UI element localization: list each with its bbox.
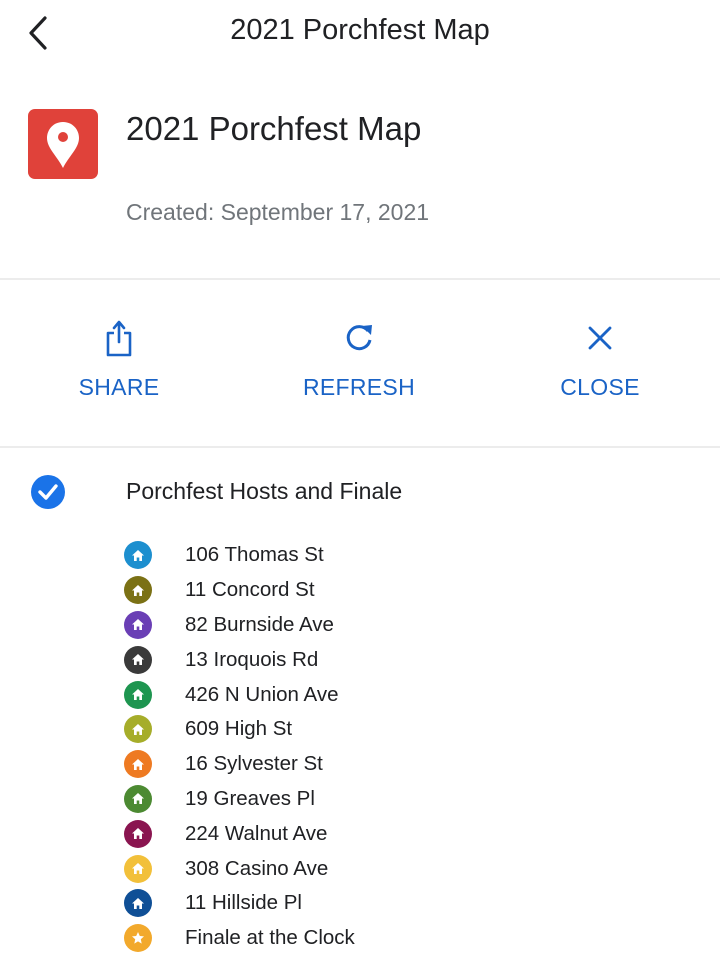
list-item-label: 426 N Union Ave [185,682,339,706]
list-item[interactable]: 106 Thomas St [124,538,355,573]
list-item-label: 11 Concord St [185,578,315,602]
marker-bullet [124,645,152,674]
share-icon [106,320,132,357]
list-item-label: Finale at the Clock [185,926,355,950]
marker-bullet [124,784,152,813]
list-item[interactable]: 19 Greaves Pl [124,782,355,817]
list-item-label: 106 Thomas St [185,543,324,567]
map-pin-icon [47,122,79,168]
house-icon [132,689,144,701]
marker-bullet [124,576,152,605]
refresh-button[interactable]: REFRESH [259,318,459,401]
layer-checkbox[interactable] [31,475,65,509]
layer-title: Porchfest Hosts and Finale [126,478,403,504]
list-item-label: 82 Burnside Ave [185,612,334,636]
share-button[interactable]: SHARE [19,318,219,401]
layer-items-list: 106 Thomas St 11 Concord St 82 Burnside Av… [124,538,355,956]
refresh-label: REFRESH [302,374,415,400]
list-item[interactable]: Finale at the Clock [124,921,355,956]
house-icon [132,654,144,666]
list-item-label: 609 High St [185,717,293,741]
list-item[interactable]: 11 Hillside Pl [124,886,355,921]
marker-bullet [124,610,152,639]
close-icon [588,326,612,350]
list-item-label: 13 Iroquois Rd [185,647,319,671]
checkmark-icon [38,484,58,500]
list-item-label: 11 Hillside Pl [185,891,302,915]
list-item[interactable]: 224 Walnut Ave [124,816,355,851]
created-date: Created: September 17, 2021 [126,199,430,225]
list-item-label: 308 Casino Ave [185,856,329,880]
marker-bullet [124,750,152,779]
page-title: 2021 Porchfest Map [230,14,490,46]
marker-bullet [124,715,152,744]
house-icon [132,584,144,596]
house-icon [132,863,144,875]
top-bar: 2021 Porchfest Map [0,0,720,70]
map-icon [28,109,98,179]
list-item-label: 19 Greaves Pl [185,786,315,810]
house-icon [132,758,144,770]
marker-bullet [124,924,152,953]
list-item[interactable]: 609 High St [124,712,355,747]
list-item-label: 16 Sylvester St [185,752,323,776]
share-label: SHARE [78,374,160,400]
list-item[interactable]: 426 N Union Ave [124,677,355,712]
close-label: CLOSE [560,374,640,400]
house-icon [132,549,144,561]
list-item[interactable]: 308 Casino Ave [124,851,355,886]
marker-bullet [124,541,152,570]
close-button[interactable]: CLOSE [500,318,700,401]
refresh-icon [346,325,372,351]
marker-bullet [124,819,152,848]
list-item-label: 224 Walnut Ave [185,821,328,845]
divider [0,446,720,448]
house-icon [132,793,144,805]
list-item[interactable]: 11 Concord St [124,573,355,608]
marker-bullet [124,680,152,709]
house-icon [132,723,144,735]
divider [0,278,720,280]
list-item[interactable]: 82 Burnside Ave [124,608,355,643]
star-icon [132,932,144,944]
list-item[interactable]: 16 Sylvester St [124,747,355,782]
list-item[interactable]: 13 Iroquois Rd [124,642,355,677]
house-icon [132,897,144,909]
marker-bullet [124,889,152,918]
house-icon [132,828,144,840]
map-name: 2021 Porchfest Map [126,110,422,147]
marker-bullet [124,854,152,883]
house-icon [132,619,144,631]
